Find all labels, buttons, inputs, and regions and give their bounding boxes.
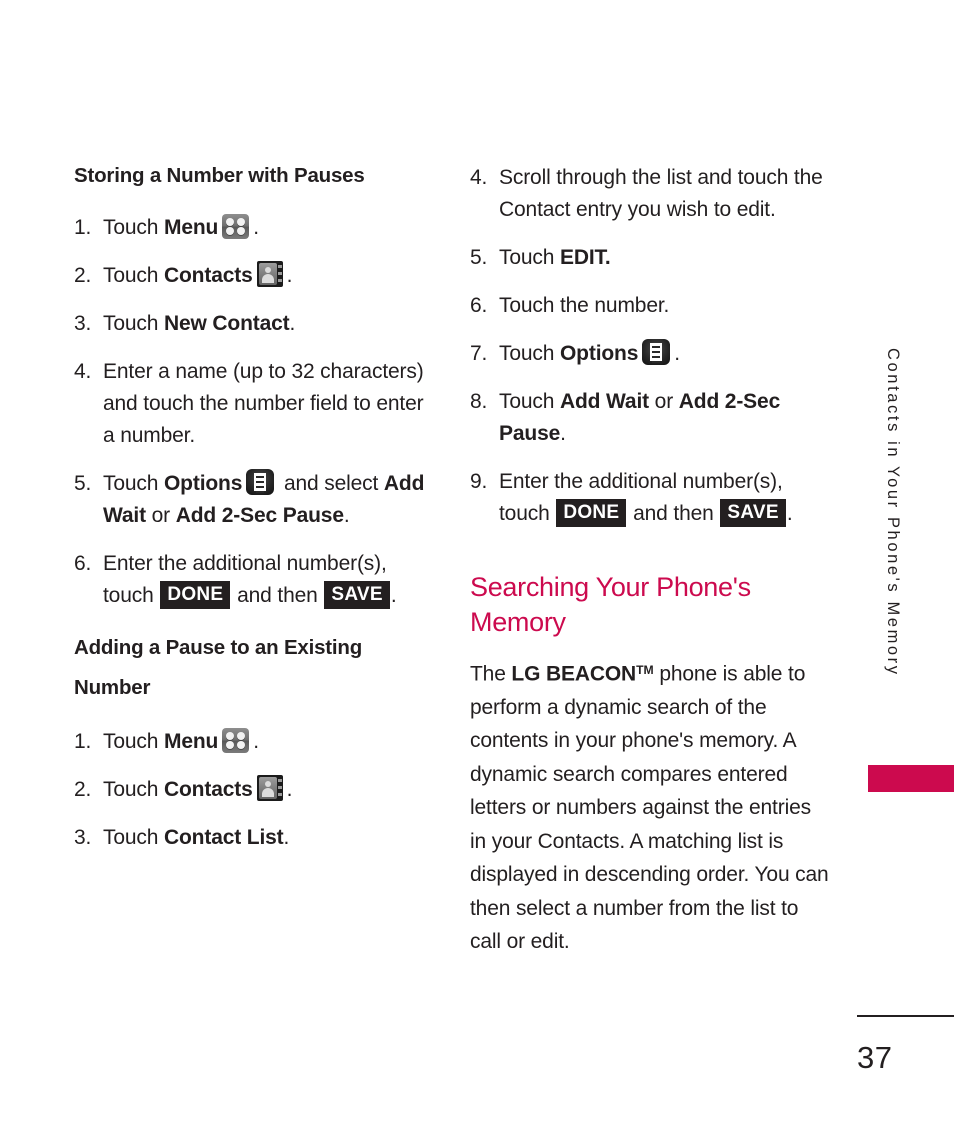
paragraph-lead: The	[470, 662, 512, 686]
step-text-tail: .	[283, 826, 290, 849]
step-text: Touch the number.	[499, 294, 670, 317]
step-text-mid-2: or	[145, 504, 176, 527]
trademark-symbol: TM	[636, 663, 654, 677]
step-bold-term: Menu	[163, 216, 219, 239]
done-key-badge: DONE	[160, 581, 231, 609]
step-text: Touch	[103, 730, 164, 753]
step-text: Touch	[499, 390, 560, 413]
step-bold-term-3: Add 2-Sec Pause	[175, 504, 344, 527]
step-text: Touch	[103, 826, 164, 849]
running-head-chapter-title: Contacts in Your Phone's Memory	[884, 348, 902, 677]
step-number: 6.	[74, 552, 92, 575]
list-item: 5. Touch EDIT.	[470, 242, 830, 274]
options-icon	[642, 339, 671, 365]
list-item: 4. Scroll through the list and touch the …	[470, 162, 830, 226]
save-key-badge: SAVE	[324, 581, 390, 609]
step-number: 6.	[470, 294, 488, 317]
list-item: 1. Touch Menu.	[74, 726, 434, 758]
step-bold-term: Options	[163, 472, 243, 495]
step-text-tail: .	[253, 730, 259, 753]
step-bold-term: Contacts	[163, 778, 253, 801]
save-key-badge: SAVE	[720, 499, 786, 527]
step-number: 8.	[470, 390, 488, 413]
heading-storing-a-number-with-pauses: Storing a Number with Pauses	[74, 164, 365, 187]
list-item: 3. Touch Contact List.	[74, 822, 434, 854]
step-bold-term: Contacts	[163, 264, 253, 287]
step-text-tail: .	[253, 216, 259, 239]
step-number: 3.	[74, 826, 92, 849]
list-item: 1. Touch Menu.	[74, 212, 434, 244]
step-text-tail: .	[390, 584, 397, 607]
step-number: 7.	[470, 342, 488, 365]
manual-page: Storing a Number with Pauses 1. Touch Men…	[0, 0, 954, 1145]
step-text-tail: .	[786, 502, 793, 525]
list-item: 4. Enter a name (up to 32 characters) and…	[74, 356, 434, 452]
step-text: Touch	[103, 264, 164, 287]
step-number: 2.	[74, 778, 92, 801]
list-item: 6. Touch the number.	[470, 290, 830, 322]
list-item: 7. Touch Options.	[470, 338, 830, 370]
step-number: 4.	[74, 360, 92, 383]
steps-adding-a-pause-continued: 4. Scroll through the list and touch the …	[470, 162, 830, 530]
step-bold-term: Options	[559, 342, 639, 365]
step-text: Enter a name (up to 32 characters) and t…	[103, 360, 424, 447]
step-text: Scroll through the list and touch the Co…	[499, 166, 823, 221]
step-text-tail: .	[289, 312, 296, 335]
step-bold-term: Contact List	[163, 826, 284, 849]
step-bold-term: New Contact	[163, 312, 290, 335]
step-number: 5.	[470, 246, 488, 269]
step-bold-term: EDIT.	[559, 246, 611, 269]
step-number: 1.	[74, 730, 92, 753]
list-item: 9. Enter the additional number(s), touch …	[470, 466, 830, 530]
step-text-mid: and then	[231, 584, 324, 607]
step-text-mid: or	[649, 390, 679, 413]
paragraph-rest: phone is able to perform a dynamic searc…	[470, 662, 829, 954]
step-text: Touch	[103, 312, 164, 335]
step-number: 3.	[74, 312, 92, 335]
step-text-tail: .	[674, 342, 680, 365]
step-text: Touch	[103, 216, 164, 239]
list-item: 8. Touch Add Wait or Add 2-Sec Pause.	[470, 386, 830, 450]
page-number: 37	[857, 1040, 893, 1075]
step-text: Touch	[103, 778, 164, 801]
step-text-tail: .	[560, 422, 566, 445]
list-item: 2. Touch Contacts.	[74, 774, 434, 806]
section-heading-searching-your-phones-memory: Searching Your Phone's Memory	[470, 572, 751, 637]
step-number: 4.	[470, 166, 488, 189]
step-bold-term: Menu	[163, 730, 219, 753]
list-item: 2. Touch Contacts.	[74, 260, 434, 292]
step-text-mid: and select	[278, 472, 384, 495]
step-text-tail: .	[286, 778, 293, 801]
step-bold-term: Add Wait	[559, 390, 649, 413]
step-number: 5.	[74, 472, 92, 495]
step-number: 9.	[470, 470, 488, 493]
right-column: 4. Scroll through the list and touch the …	[470, 162, 830, 959]
body-paragraph: The LG BEACONTM phone is able to perform…	[470, 654, 830, 959]
menu-icon	[222, 214, 250, 239]
folio-divider-rule	[857, 1015, 954, 1017]
step-text: Touch	[103, 472, 164, 495]
list-item: 3. Touch New Contact.	[74, 308, 434, 340]
options-icon	[246, 469, 275, 495]
heading-adding-a-pause-to-an-existing-number: Adding a Pause to an Existing Number	[74, 636, 363, 699]
steps-storing-a-number: 1. Touch Menu. 2. Touch Contacts. 3. Touch …	[74, 212, 434, 612]
step-number: 1.	[74, 216, 92, 239]
step-text-tail: .	[286, 264, 293, 287]
menu-icon	[222, 728, 250, 753]
contacts-icon	[256, 261, 283, 287]
product-name: LG BEACON	[511, 662, 637, 686]
steps-adding-a-pause: 1. Touch Menu. 2. Touch Contacts. 3. Touch …	[74, 726, 434, 854]
step-number: 2.	[74, 264, 92, 287]
contacts-icon	[256, 775, 283, 801]
chapter-thumb-tab	[868, 765, 954, 792]
step-text-mid: and then	[627, 502, 720, 525]
step-text-tail: .	[343, 504, 350, 527]
step-text: Touch	[499, 246, 560, 269]
left-column: Storing a Number with Pauses 1. Touch Men…	[74, 162, 434, 870]
list-item: 6. Enter the additional number(s), touch …	[74, 548, 434, 612]
list-item: 5. Touch Options and select Add Wait or A…	[74, 468, 434, 532]
step-text: Touch	[499, 342, 560, 365]
done-key-badge: DONE	[556, 499, 627, 527]
